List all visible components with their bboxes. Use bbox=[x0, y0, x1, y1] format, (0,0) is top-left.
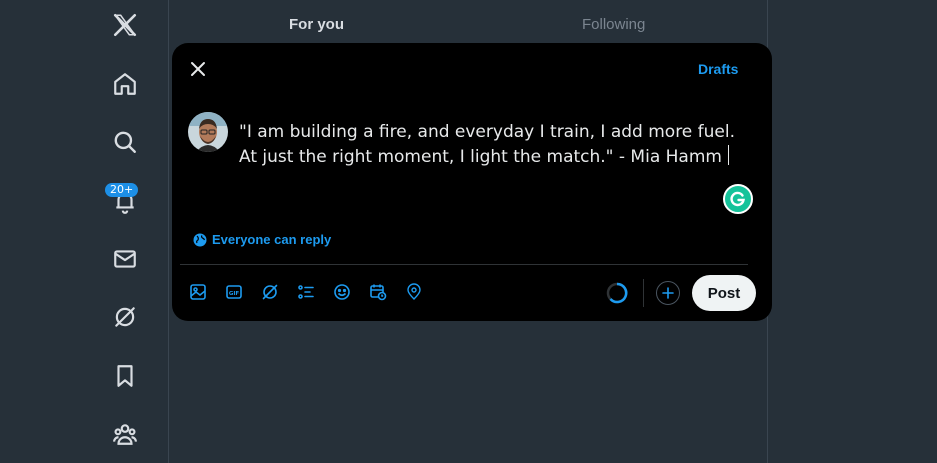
compose-modal: Drafts "I am building a fire, and everyd… bbox=[172, 43, 772, 321]
character-progress-ring bbox=[606, 282, 628, 304]
divider bbox=[180, 264, 748, 265]
compose-textarea[interactable]: "I am building a fire, and everyday I tr… bbox=[239, 120, 759, 170]
media-icon[interactable] bbox=[188, 282, 208, 302]
compose-text: "I am building a fire, and everyday I tr… bbox=[239, 122, 736, 167]
emoji-icon[interactable] bbox=[332, 282, 352, 302]
add-post-button[interactable] bbox=[656, 281, 680, 305]
reply-setting-button[interactable]: Everyone can reply bbox=[193, 232, 331, 247]
close-icon bbox=[191, 62, 205, 76]
grammarly-icon[interactable] bbox=[723, 184, 753, 214]
toolbar-separator bbox=[643, 279, 644, 307]
location-icon[interactable] bbox=[404, 282, 424, 302]
compose-toolbar: GIF bbox=[188, 282, 424, 302]
svg-text:GIF: GIF bbox=[229, 291, 240, 297]
modal-overlay: Drafts "I am building a fire, and everyd… bbox=[0, 0, 937, 463]
drafts-button[interactable]: Drafts bbox=[698, 61, 738, 77]
reply-setting-label: Everyone can reply bbox=[212, 232, 332, 247]
plus-icon bbox=[662, 287, 674, 299]
gif-icon[interactable]: GIF bbox=[224, 282, 244, 302]
globe-icon bbox=[193, 233, 207, 246]
close-button[interactable] bbox=[186, 57, 210, 81]
grok-icon[interactable] bbox=[260, 282, 280, 302]
schedule-icon[interactable] bbox=[368, 282, 388, 302]
post-button[interactable]: Post bbox=[692, 275, 756, 311]
avatar[interactable] bbox=[188, 112, 228, 152]
poll-icon[interactable] bbox=[296, 282, 316, 302]
text-caret bbox=[727, 145, 729, 165]
